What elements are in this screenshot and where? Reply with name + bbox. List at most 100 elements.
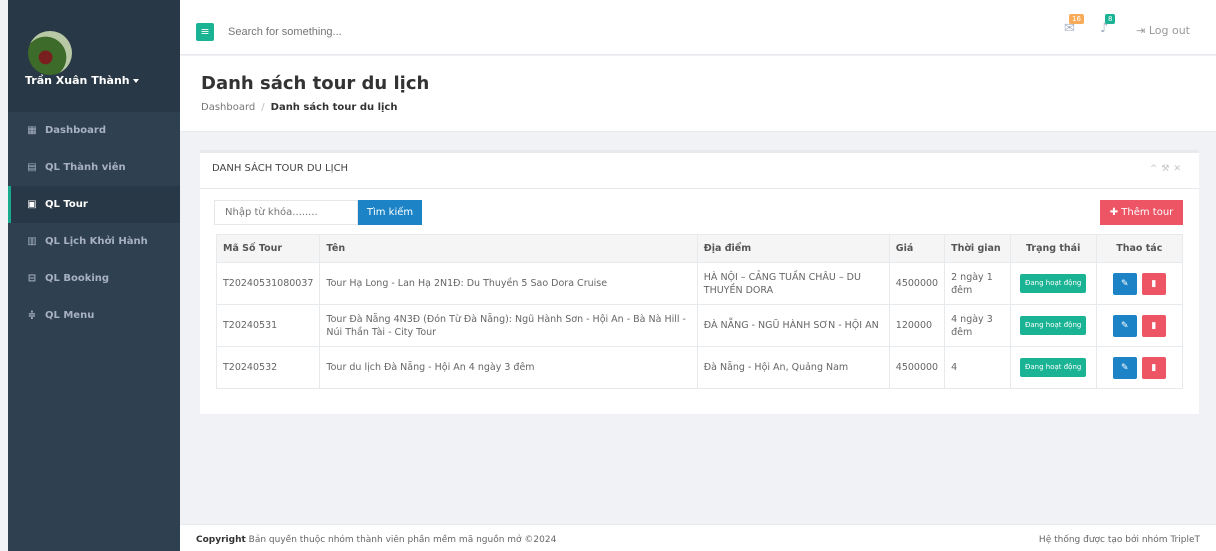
actions-cell: ✎ ▮ xyxy=(1095,346,1184,389)
tour-place: HÀ NỘI – CẢNG TUẦN CHÂU – DU THUYỀN DORA xyxy=(696,262,890,305)
delete-button[interactable]: ▮ xyxy=(1141,356,1166,379)
sidebar-item-dashboard[interactable]: ▦ Dashboard xyxy=(8,112,180,149)
column-header: Địa điểm xyxy=(696,234,890,263)
made-by-text: Hệ thống được tạo bởi nhóm TripleT xyxy=(1038,535,1200,545)
panel-title: DANH SÁCH TOUR DU LỊCH xyxy=(212,163,349,174)
search-input[interactable] xyxy=(228,23,528,41)
add-tour-button[interactable]: ✚ Thêm tour xyxy=(1100,200,1183,225)
edit-button[interactable]: ✎ xyxy=(1112,272,1137,295)
tour-name: Tour Đà Nẵng 4N3Đ (Đón Từ Đà Nẵng): Ngũ … xyxy=(319,304,698,347)
keyword-input[interactable] xyxy=(214,200,358,225)
breadcrumb: Dashboard / Danh sách tour du lịch xyxy=(201,102,397,113)
status-badge: Đang hoạt động xyxy=(1019,316,1087,335)
sidebar-item-menu[interactable]: ≑ QL Menu xyxy=(8,297,180,334)
id-card-icon: ▤ xyxy=(27,162,37,173)
caret-down-icon xyxy=(132,79,139,83)
column-header: Trạng thái xyxy=(1009,234,1097,263)
sidebar: Trần Xuân Thành ▦ Dashboard ▤ QL Thành viê… xyxy=(8,0,180,551)
logout-label: Log out xyxy=(1148,24,1190,37)
bars-icon: ≡ xyxy=(200,25,210,38)
status-badge: Đang hoạt động xyxy=(1019,358,1087,377)
delete-button[interactable]: ▮ xyxy=(1141,272,1166,295)
menu-toggle-button[interactable]: ≡ xyxy=(196,23,214,41)
page-title: Danh sách tour du lịch xyxy=(201,73,430,94)
column-header: Mã Số Tour xyxy=(215,234,321,263)
profile-block: Trần Xuân Thành xyxy=(8,0,180,112)
plus-icon: ✚ xyxy=(1109,207,1122,218)
breadcrumb-separator: / xyxy=(261,102,265,113)
panel-header: DANH SÁCH TOUR DU LỊCH ^⚒✕ xyxy=(200,153,1199,189)
actions-cell: ✎ ▮ xyxy=(1095,304,1184,347)
edit-button[interactable]: ✎ xyxy=(1112,314,1137,337)
tour-code: T20240531080037 xyxy=(215,262,321,305)
sidebar-item-booking[interactable]: ⊟ QL Booking xyxy=(8,260,180,297)
trash-icon: ▮ xyxy=(1151,362,1157,373)
sign-out-icon: ⇥ xyxy=(1136,24,1149,37)
status-cell: Đang hoạt động xyxy=(1009,262,1097,305)
wrench-icon[interactable]: ⚒ xyxy=(1161,164,1173,174)
table-row: T20240531080037 Tour Hạ Long - Lan Hạ 2N… xyxy=(215,262,1184,305)
edit-icon: ✎ xyxy=(1121,362,1129,373)
logout-link[interactable]: ⇥ Log out xyxy=(1136,24,1190,37)
messages-count-badge: 16 xyxy=(1069,14,1084,24)
sidebar-item-tour[interactable]: ▣ QL Tour xyxy=(8,186,180,223)
status-badge: Đang hoạt động xyxy=(1019,274,1087,293)
sidebar-item-label: QL Tour xyxy=(45,199,88,210)
hdd-icon: ⊟ xyxy=(27,273,37,284)
edit-button[interactable]: ✎ xyxy=(1112,356,1137,379)
user-name: Trần Xuân Thành xyxy=(25,74,130,87)
sidebar-item-label: QL Booking xyxy=(45,273,110,284)
sidebar-item-label: QL Lịch Khởi Hành xyxy=(45,236,148,247)
delete-button[interactable]: ▮ xyxy=(1141,314,1166,337)
close-icon[interactable]: ✕ xyxy=(1173,164,1185,174)
th-large-icon: ▦ xyxy=(27,125,37,136)
breadcrumb-current: Danh sách tour du lịch xyxy=(270,102,398,113)
breadcrumb-dashboard-link[interactable]: Dashboard xyxy=(201,102,255,113)
sidebar-item-label: QL Menu xyxy=(45,310,95,321)
tour-duration: 2 ngày 1 đêm xyxy=(944,262,1011,305)
status-cell: Đang hoạt động xyxy=(1009,304,1097,347)
sliders-icon: ≑ xyxy=(27,310,37,321)
avatar[interactable] xyxy=(28,31,72,75)
tour-duration: 4 xyxy=(944,346,1011,389)
table-header-row: Mã Số Tour Tên Địa điểm Giá Thời gian Tr… xyxy=(215,234,1184,263)
column-header: Tên xyxy=(319,234,698,263)
tour-place: Đà Nẵng - Hội An, Quảng Nam xyxy=(696,346,890,389)
trash-icon: ▮ xyxy=(1151,320,1157,331)
search-button[interactable]: Tìm kiếm xyxy=(358,200,422,225)
calendar-icon: ▥ xyxy=(27,236,37,247)
user-menu-toggle[interactable]: Trần Xuân Thành xyxy=(25,74,139,87)
column-header: Giá xyxy=(888,234,946,263)
sidebar-item-label: QL Thành viên xyxy=(45,162,126,173)
sidebar-item-label: Dashboard xyxy=(45,125,106,136)
column-header: Thời gian xyxy=(944,234,1011,263)
sidebar-item-members[interactable]: ▤ QL Thành viên xyxy=(8,149,180,186)
tour-duration: 4 ngày 3 đêm xyxy=(944,304,1011,347)
tour-name: Tour du lịch Đà Nẵng - Hội An 4 ngày 3 đ… xyxy=(319,346,698,389)
newspaper-icon: ▣ xyxy=(27,199,37,210)
edit-icon: ✎ xyxy=(1121,320,1129,331)
top-navbar: ≡ ✉16 ♪8 ⇥ Log out xyxy=(180,0,1216,55)
sidebar-item-schedule[interactable]: ▥ QL Lịch Khởi Hành xyxy=(8,223,180,260)
edit-icon: ✎ xyxy=(1121,278,1129,289)
tour-code: T20240532 xyxy=(215,346,321,389)
copyright-body: Bản quyền thuộc nhóm thành viên phần mềm… xyxy=(248,535,557,545)
status-cell: Đang hoạt động xyxy=(1009,346,1097,389)
tour-list-panel: DANH SÁCH TOUR DU LỊCH ^⚒✕ Tìm kiếm ✚ Th… xyxy=(200,150,1199,414)
tour-place: ĐÀ NẴNG - NGŨ HÀNH SƠN - HỘI AN xyxy=(696,304,890,347)
copyright-text: Copyright Bản quyền thuộc nhóm thành viê… xyxy=(196,535,556,545)
chevron-up-icon[interactable]: ^ xyxy=(1150,164,1162,174)
actions-cell: ✎ ▮ xyxy=(1095,262,1184,305)
page-heading: Danh sách tour du lịch Dashboard / Danh sá… xyxy=(180,56,1216,132)
tour-code: T20240531 xyxy=(215,304,321,347)
tour-price: 4500000 xyxy=(888,262,946,305)
table-row: T20240532 Tour du lịch Đà Nẵng - Hội An … xyxy=(215,346,1184,389)
messages-button[interactable]: ✉ 16 xyxy=(1064,14,1084,36)
notifications-button[interactable]: ♪ 8 xyxy=(1100,14,1116,36)
notifications-count-badge: 8 xyxy=(1105,14,1116,24)
panel-tools: ^⚒✕ xyxy=(1150,164,1185,174)
tour-price: 120000 xyxy=(888,304,946,347)
column-header: Thao tác xyxy=(1095,234,1184,263)
footer: Copyright Bản quyền thuộc nhóm thành viê… xyxy=(180,524,1216,551)
trash-icon: ▮ xyxy=(1151,278,1157,289)
